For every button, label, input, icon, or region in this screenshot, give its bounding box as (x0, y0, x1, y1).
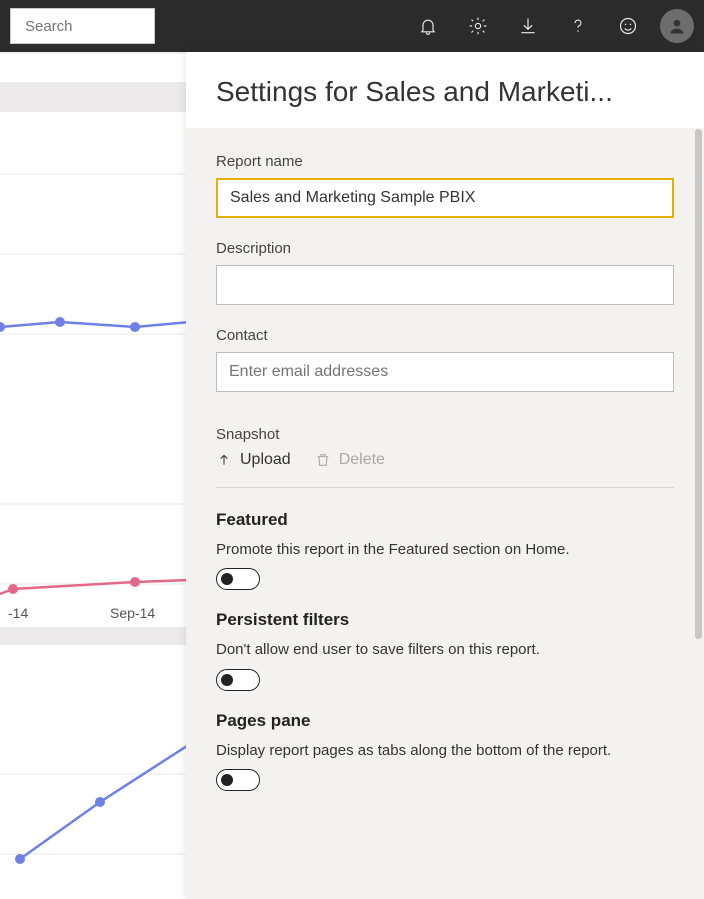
upload-button[interactable]: Upload (216, 451, 291, 469)
persistent-filters-toggle[interactable] (216, 669, 260, 691)
smiley-icon (618, 16, 638, 36)
snapshot-label: Snapshot (216, 426, 674, 443)
axis-tick: Sep-14 (110, 605, 155, 621)
trash-icon (315, 452, 331, 468)
top-nav-bar (0, 0, 704, 52)
pages-pane-toggle[interactable] (216, 769, 260, 791)
report-name-input[interactable] (216, 178, 674, 218)
panel-title: Settings for Sales and Marketi... (186, 52, 704, 129)
upload-icon (216, 452, 232, 468)
person-icon (667, 16, 687, 36)
search-input[interactable] (25, 18, 224, 35)
featured-section-title: Featured (216, 510, 674, 530)
question-icon (568, 16, 588, 36)
bell-icon (418, 16, 438, 36)
notifications-button[interactable] (406, 0, 450, 52)
settings-flyout: Settings for Sales and Marketi... Report… (186, 52, 704, 899)
persistent-filters-desc: Don't allow end user to save filters on … (216, 640, 674, 660)
featured-toggle[interactable] (216, 568, 260, 590)
description-input[interactable] (216, 265, 674, 305)
axis-tick: -14 (8, 605, 28, 621)
delete-button[interactable]: Delete (315, 451, 385, 469)
contact-label: Contact (216, 327, 674, 344)
upload-label: Upload (240, 451, 291, 469)
download-button[interactable] (506, 0, 550, 52)
featured-section-desc: Promote this report in the Featured sect… (216, 540, 674, 560)
feedback-button[interactable] (606, 0, 650, 52)
persistent-filters-title: Persistent filters (216, 610, 674, 630)
description-label: Description (216, 240, 674, 257)
help-button[interactable] (556, 0, 600, 52)
report-name-label: Report name (216, 153, 674, 170)
contact-input[interactable] (216, 352, 674, 392)
pages-pane-desc: Display report pages as tabs along the b… (216, 741, 674, 761)
search-box[interactable] (10, 8, 155, 44)
account-button[interactable] (660, 9, 694, 43)
download-icon (518, 16, 538, 36)
pages-pane-title: Pages pane (216, 711, 674, 731)
settings-button[interactable] (456, 0, 500, 52)
gear-icon (468, 16, 488, 36)
delete-label: Delete (339, 451, 385, 469)
report-canvas-fragment: -14 Sep-14 (0, 52, 190, 899)
scrollbar-thumb[interactable] (695, 129, 702, 639)
